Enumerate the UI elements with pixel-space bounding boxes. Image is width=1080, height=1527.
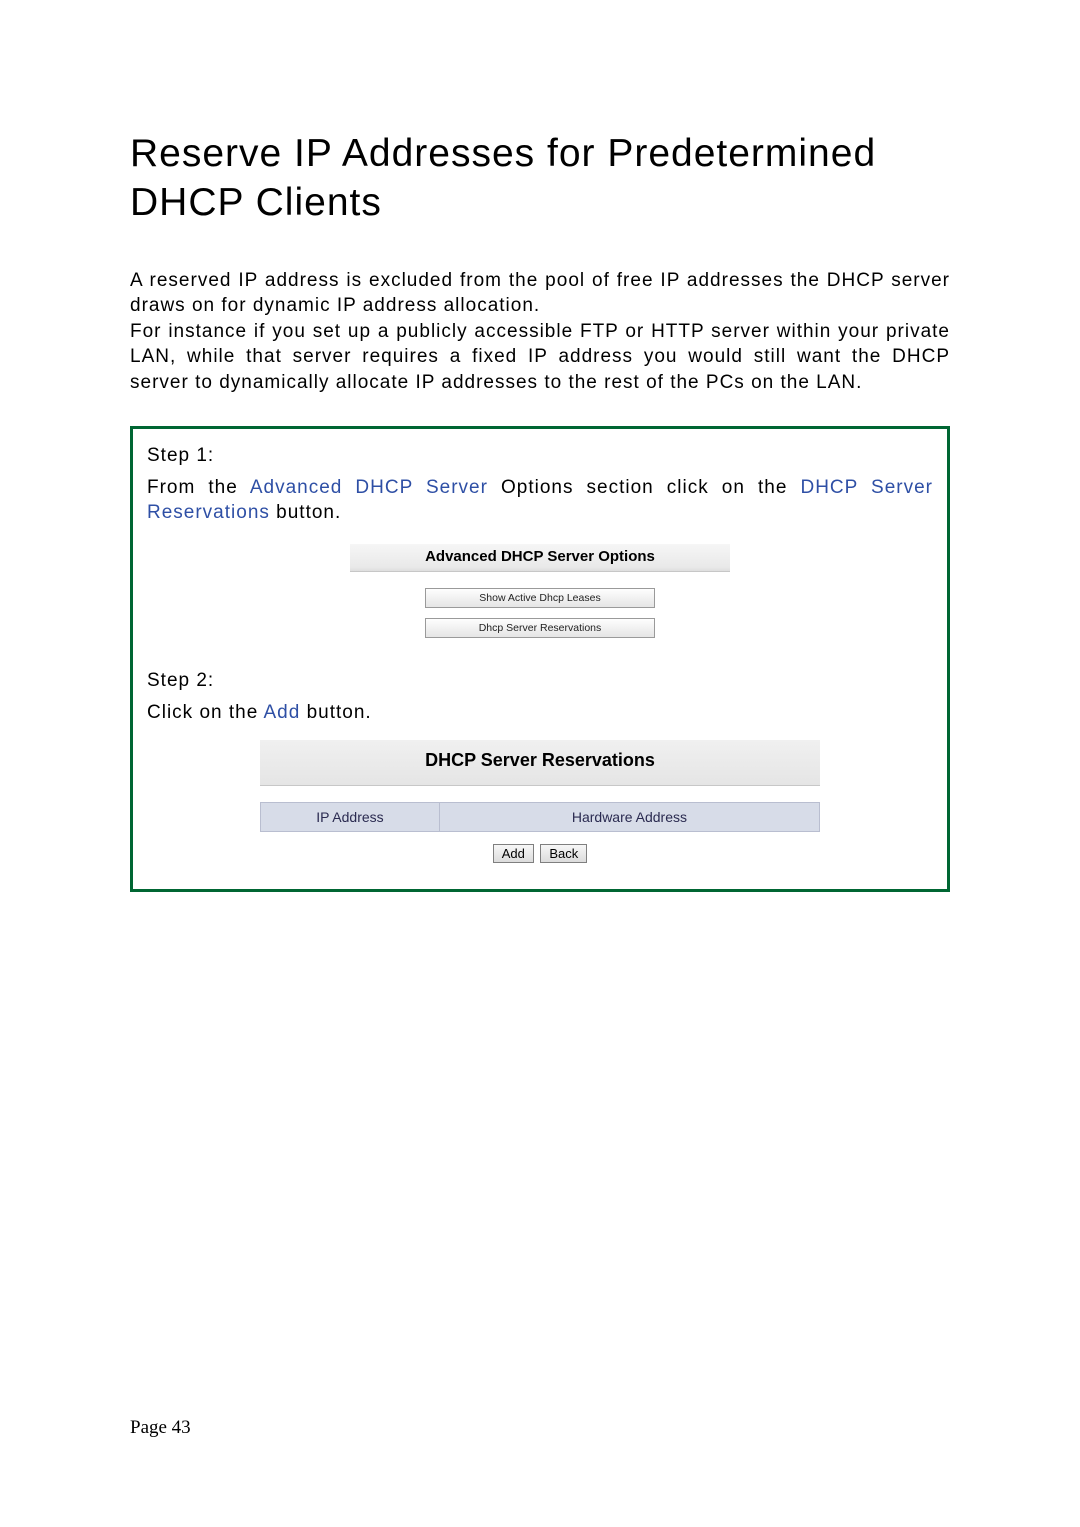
dhcp-server-reservations-button[interactable]: Dhcp Server Reservations bbox=[425, 618, 655, 638]
step-1-suffix: button. bbox=[270, 502, 341, 523]
reservations-table: IP Address Hardware Address bbox=[260, 802, 820, 832]
advanced-dhcp-server-link[interactable]: Advanced DHCP Server bbox=[250, 477, 488, 498]
advanced-dhcp-options-figure: Advanced DHCP Server Options Show Active… bbox=[350, 540, 730, 648]
step-1-prefix: From the bbox=[147, 477, 250, 498]
back-button[interactable]: Back bbox=[540, 844, 587, 863]
table-header-row: IP Address Hardware Address bbox=[261, 802, 820, 831]
step-1-mid: Options section click on the bbox=[488, 477, 801, 498]
step-2-label: Step 2: bbox=[147, 670, 933, 692]
col-ip-address: IP Address bbox=[261, 802, 440, 831]
intro-paragraph: A reserved IP address is excluded from t… bbox=[130, 268, 950, 396]
step-2-prefix: Click on the bbox=[147, 702, 264, 723]
dhcp-server-reservations-heading: DHCP Server Reservations bbox=[260, 740, 820, 786]
step-2-suffix: button. bbox=[300, 702, 371, 723]
page-title: Reserve IP Addresses for Predetermined D… bbox=[130, 130, 950, 228]
reservations-button-bar: Add Back bbox=[260, 832, 820, 865]
page-number: Page 43 bbox=[130, 1417, 191, 1439]
advanced-dhcp-options-heading: Advanced DHCP Server Options bbox=[350, 544, 730, 572]
dhcp-server-reservations-figure: DHCP Server Reservations IP Address Hard… bbox=[260, 740, 820, 865]
add-link[interactable]: Add bbox=[264, 702, 301, 723]
show-active-dhcp-leases-button[interactable]: Show Active Dhcp Leases bbox=[425, 588, 655, 608]
steps-box: Step 1: From the Advanced DHCP Server Op… bbox=[130, 426, 950, 892]
document-page: Reserve IP Addresses for Predetermined D… bbox=[0, 0, 1080, 892]
add-button[interactable]: Add bbox=[493, 844, 534, 863]
step-1-label: Step 1: bbox=[147, 445, 933, 467]
step-2-text: Click on the Add button. bbox=[147, 700, 933, 726]
step-1-text: From the Advanced DHCP Server Options se… bbox=[147, 475, 933, 526]
col-hardware-address: Hardware Address bbox=[439, 802, 819, 831]
